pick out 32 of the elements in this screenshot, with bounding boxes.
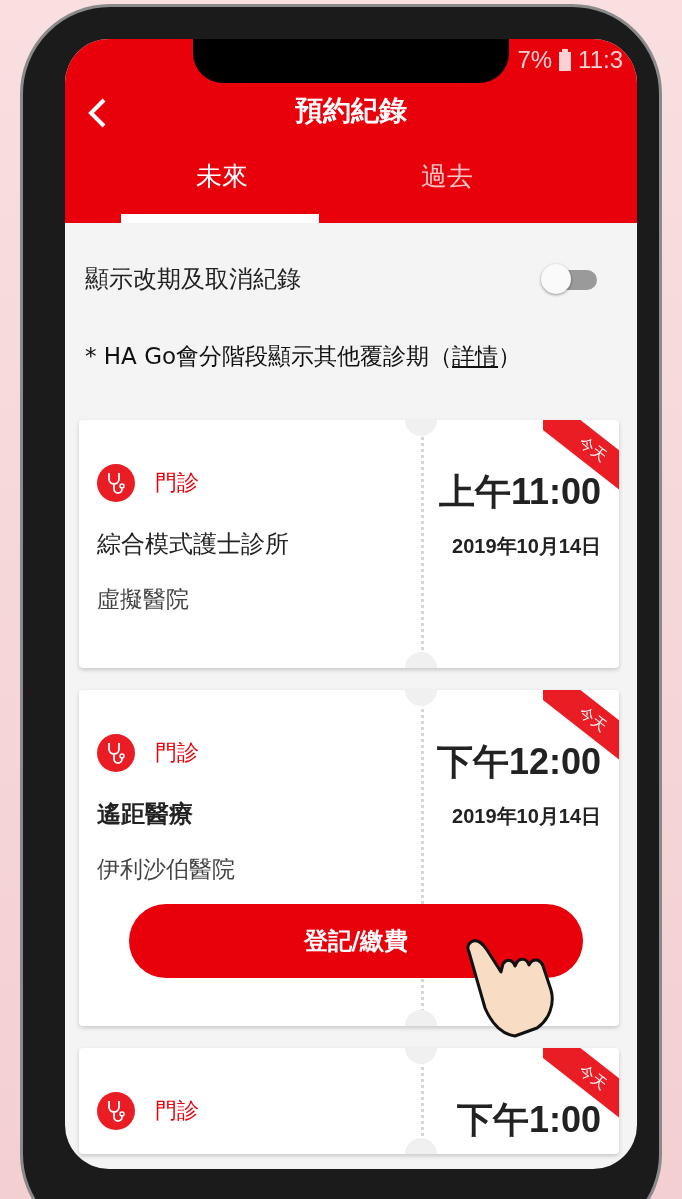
tab[interactable]: 未來 (65, 141, 377, 223)
battery-percent: 7% (517, 46, 553, 74)
toggle-switch[interactable] (541, 264, 597, 294)
stethoscope-icon (97, 1092, 135, 1130)
note-text: * HA Go會分階段顯示其他覆診期（詳情） (85, 342, 523, 371)
appointment-time: 上午11:00 (438, 470, 601, 514)
appointment-type: 門診 (155, 1097, 199, 1125)
appointment-time: 下午12:00 (436, 740, 601, 784)
clinic-name: 綜合模式護士診所 (97, 529, 290, 560)
appointment-card[interactable]: 今天 門診 下午1:00 (79, 1048, 619, 1154)
appointment-card[interactable]: 今天 門診 遙距醫療 伊利沙伯醫院 下午12:00 2019年10月14日 登記/繳費 (79, 690, 619, 1026)
details-link[interactable]: 詳情 (452, 343, 499, 369)
hospital-name: 伊利沙伯醫院 (97, 855, 236, 884)
ticket-notch (405, 1138, 437, 1154)
clinic-name: 遙距醫療 (97, 799, 194, 830)
toggle-label: 顯示改期及取消紀錄 (85, 264, 301, 295)
appointment-date: 2019年10月14日 (452, 534, 601, 559)
ticket-notch (405, 420, 437, 436)
battery-icon (558, 49, 573, 71)
ticket-notch (405, 1010, 437, 1026)
appointment-type: 門診 (155, 469, 199, 497)
appointment-date: 2019年10月14日 (452, 804, 601, 829)
appointment-time: 下午1:00 (456, 1098, 601, 1142)
page-title: 預約紀錄 (295, 93, 407, 129)
stethoscope-icon (97, 464, 135, 502)
appointment-card[interactable]: 今天 門診 綜合模式護士診所 虛擬醫院 上午11:00 2019年10月14日 (79, 420, 619, 668)
hospital-name: 虛擬醫院 (97, 585, 190, 614)
appointment-type: 門診 (155, 739, 199, 767)
register-pay-button[interactable]: 登記/繳費 (129, 904, 583, 978)
stethoscope-icon (97, 734, 135, 772)
ticket-notch (405, 652, 437, 668)
status-time: 11:3 (578, 46, 623, 74)
